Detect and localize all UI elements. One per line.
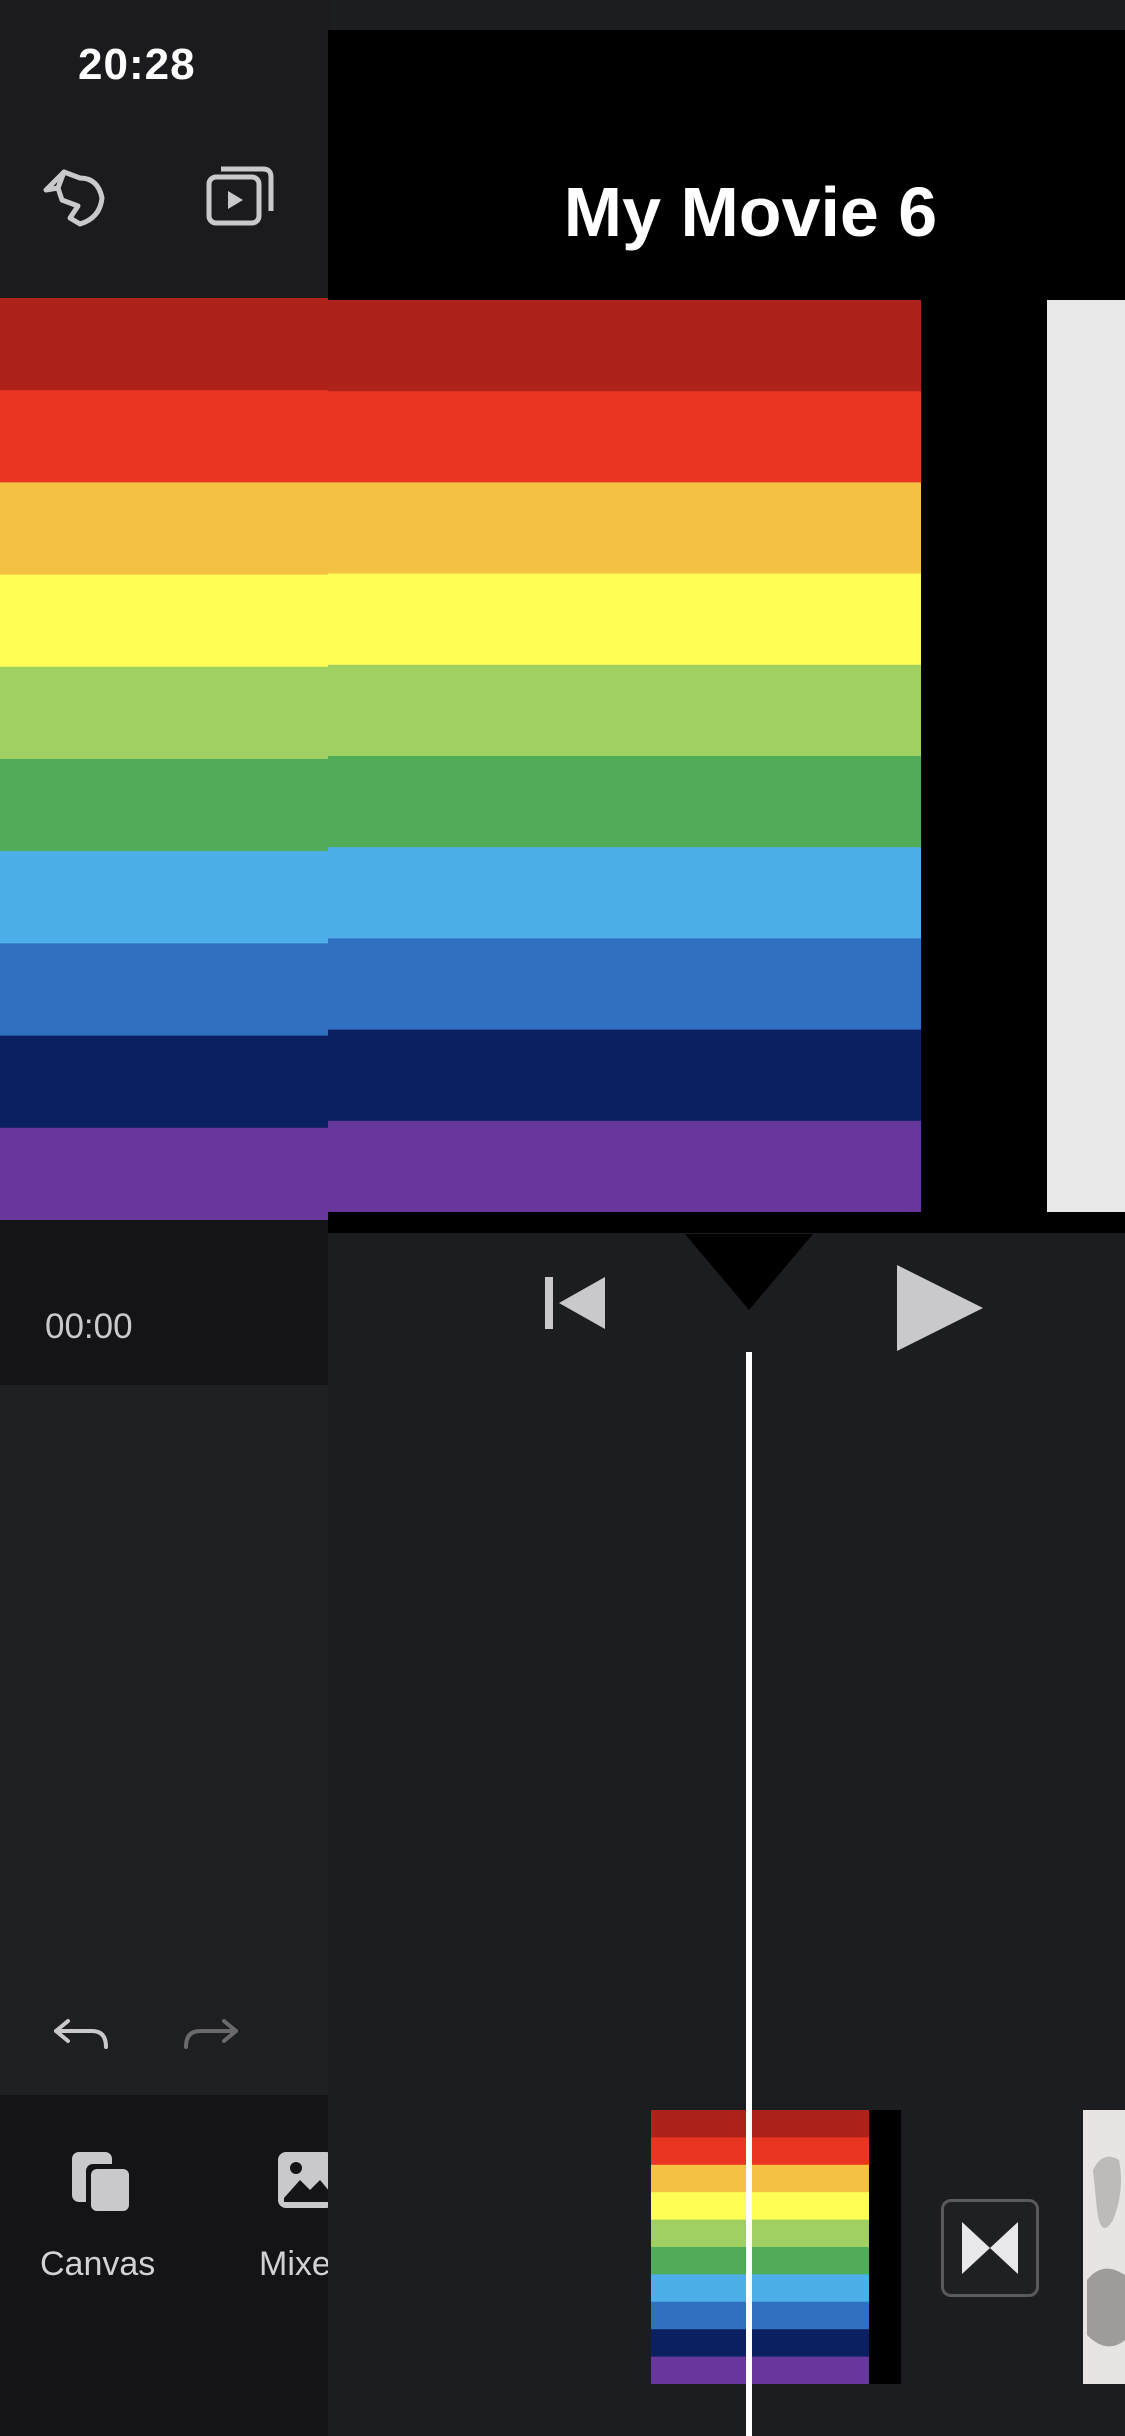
rainbow-stripe (328, 756, 921, 848)
rainbow-stripe (0, 1127, 330, 1220)
transition-icon (962, 2222, 1018, 2274)
rainbow-stripe (651, 2192, 869, 2221)
rainbow-stripe (0, 759, 330, 852)
rainbow-stripe (0, 851, 330, 944)
rainbow-stripe (651, 2219, 869, 2248)
canvas-icon[interactable] (68, 2148, 134, 2214)
rainbow-stripe (0, 943, 330, 1037)
rainbow-stripe (328, 664, 921, 757)
rainbow-stripe (328, 300, 921, 392)
playhead-line[interactable] (746, 1352, 752, 2436)
left-timeline-area (0, 1385, 330, 2095)
rainbow-stripe (328, 938, 921, 1031)
fullscreen-play-icon[interactable] (205, 163, 275, 227)
project-title: My Movie 6 (563, 173, 938, 251)
rainbow-stripe (651, 2164, 869, 2193)
rainbow-stripe (651, 2110, 869, 2138)
tool-canvas-label[interactable]: Canvas (40, 2245, 155, 2284)
rainbow-stripe (0, 1035, 330, 1129)
rainbow-stripe (0, 666, 330, 760)
undo-icon[interactable] (52, 2015, 112, 2055)
rainbow-stripe (328, 573, 921, 666)
editor-header (328, 30, 1125, 300)
rainbow-stripe (328, 847, 921, 939)
rainbow-stripe (328, 1120, 921, 1212)
status-time: 20:28 (78, 40, 196, 89)
rainbow-stripe (0, 482, 330, 576)
tool-mixer-label[interactable]: Mixe (259, 2245, 331, 2284)
rainbow-stripe (651, 2301, 869, 2330)
background-rainbow-preview (0, 298, 330, 1220)
next-clip-thumbnail (1083, 2110, 1125, 2384)
mixer-icon[interactable] (276, 2150, 336, 2212)
rainbow-stripe (0, 298, 330, 391)
skip-to-start-icon[interactable] (545, 1275, 607, 1331)
rainbow-stripe (0, 574, 330, 668)
transition-button[interactable] (941, 2199, 1039, 2297)
rainbow-stripe (328, 482, 921, 575)
current-time: 00:00 (45, 1307, 133, 1346)
clip-thumbnail (651, 2110, 869, 2384)
rainbow-stripe (0, 390, 330, 483)
rainbow-stripe (651, 2137, 869, 2166)
rainbow-stripe (651, 2356, 869, 2384)
preview-next-frame (1047, 300, 1125, 1212)
timeline-clip[interactable] (651, 2110, 901, 2384)
rainbow-stripe (651, 2247, 869, 2275)
next-timeline-clip[interactable] (1083, 2110, 1125, 2384)
play-icon[interactable] (895, 1263, 985, 1353)
preview-rainbow-clip (328, 300, 921, 1212)
anime-avatar-icon[interactable] (40, 160, 110, 230)
rainbow-stripe (651, 2329, 869, 2358)
rainbow-stripe (328, 391, 921, 483)
playhead-marker-icon[interactable] (685, 1234, 813, 1314)
rainbow-stripe (651, 2274, 869, 2303)
redo-icon[interactable] (180, 2015, 240, 2055)
time-strip (0, 1220, 330, 1385)
rainbow-stripe (328, 1029, 921, 1122)
